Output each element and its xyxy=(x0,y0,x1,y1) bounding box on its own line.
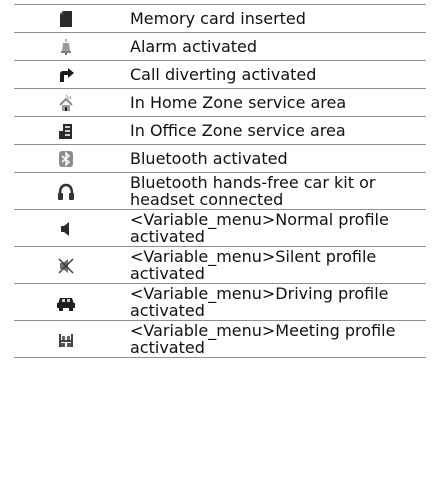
table-row: <Variable_menu>Normal profile activated xyxy=(14,209,426,247)
description-cell: In Office Zone service area xyxy=(118,116,426,145)
table-row: <Variable_menu>Silent profile activated xyxy=(14,246,426,284)
description-cell: <Variable_menu>Meeting profile activated xyxy=(118,320,426,358)
speaker-normal-icon xyxy=(61,221,69,236)
table-row: Bluetooth hands-free car kit or headset … xyxy=(14,172,426,210)
icon-cell xyxy=(14,320,118,358)
description-cell: Bluetooth activated xyxy=(118,144,426,173)
table-row: Memory card inserted xyxy=(14,4,426,33)
description-cell: Call diverting activated xyxy=(118,60,426,89)
car-icon xyxy=(57,297,75,311)
office-zone-icon xyxy=(59,124,72,140)
memory-card-icon xyxy=(60,11,72,28)
table-row: In Office Zone service area xyxy=(14,116,426,145)
speaker-muted-icon xyxy=(58,258,74,274)
description-cell: Memory card inserted xyxy=(118,4,426,33)
alarm-bell-icon xyxy=(61,39,71,56)
home-zone-icon xyxy=(59,94,73,112)
table-row: <Variable_menu>Driving profile activated xyxy=(14,283,426,321)
icon-cell xyxy=(14,283,118,321)
meeting-icon xyxy=(59,333,73,347)
table-row: In Home Zone service area xyxy=(14,88,426,117)
icon-cell xyxy=(14,116,118,145)
table-row: Call diverting activated xyxy=(14,60,426,89)
bluetooth-icon xyxy=(59,151,73,168)
call-divert-arrow-icon xyxy=(60,68,74,83)
icon-cell xyxy=(14,246,118,284)
table-row: Bluetooth activated xyxy=(14,144,426,173)
table-row: <Variable_menu>Meeting profile activated xyxy=(14,320,426,358)
bluetooth-headset-icon xyxy=(58,183,74,200)
description-cell: <Variable_menu>Silent profile activated xyxy=(118,246,426,284)
icon-status-table: Memory card inserted Alarm activated Cal… xyxy=(14,4,426,358)
description-cell: In Home Zone service area xyxy=(118,88,426,117)
description-cell: Alarm activated xyxy=(118,32,426,61)
icon-cell xyxy=(14,4,118,33)
icon-cell xyxy=(14,144,118,173)
table-row: Alarm activated xyxy=(14,32,426,61)
icon-cell xyxy=(14,32,118,61)
icon-cell xyxy=(14,60,118,89)
icon-cell xyxy=(14,209,118,247)
icon-cell xyxy=(14,88,118,117)
description-cell: Bluetooth hands-free car kit or headset … xyxy=(118,172,426,210)
icon-cell xyxy=(14,172,118,210)
description-cell: <Variable_menu>Driving profile activated xyxy=(118,283,426,321)
description-cell: <Variable_menu>Normal profile activated xyxy=(118,209,426,247)
